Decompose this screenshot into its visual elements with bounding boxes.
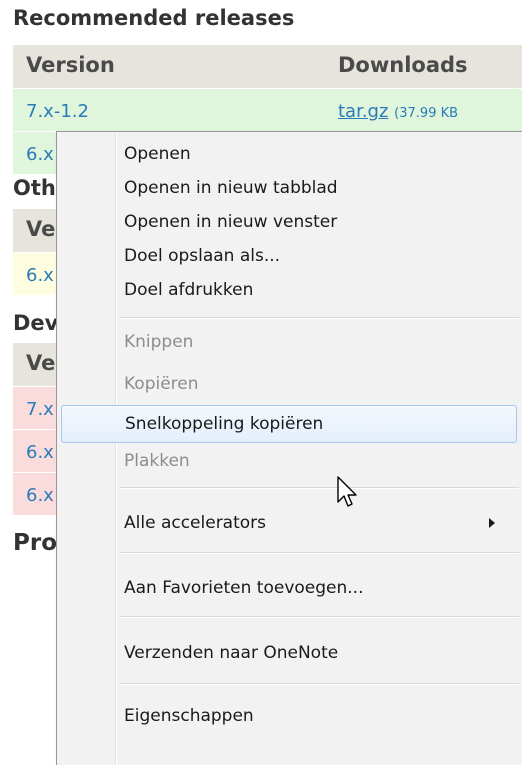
column-version: Ve <box>26 351 56 375</box>
download-link[interactable]: tar.gz (37.99 KB <box>338 101 458 122</box>
menu-separator <box>120 317 519 319</box>
menu-item-properties[interactable]: Eigenschappen <box>61 700 517 732</box>
menu-item-label: Eigenschappen <box>124 706 254 726</box>
menu-item-label: Doel opslaan als... <box>124 246 281 266</box>
menu-separator <box>120 552 519 554</box>
menu-item-save-target-as[interactable]: Doel opslaan als... <box>61 240 517 272</box>
menu-item-label: Plakken <box>124 451 190 471</box>
download-format[interactable]: tar.gz <box>338 101 388 122</box>
menu-item-label: Snelkoppeling kopiëren <box>125 414 324 434</box>
menu-item-copy-shortcut[interactable]: Snelkoppeling kopiëren <box>61 405 517 443</box>
context-menu: Openen Openen in nieuw tabblad Openen in… <box>56 131 522 765</box>
menu-item-print-target[interactable]: Doel afdrukken <box>61 274 517 306</box>
recommended-releases-heading: Recommended releases <box>13 6 295 30</box>
menu-item-copy: Kopiëren <box>61 368 517 400</box>
release-version-link[interactable]: 7.x-1.2 <box>26 101 89 122</box>
menu-item-label: Aan Favorieten toevoegen... <box>124 578 364 598</box>
menu-item-open-new-window[interactable]: Openen in nieuw venster <box>61 206 517 238</box>
menu-separator <box>120 683 519 685</box>
menu-item-label: Verzenden naar OneNote <box>124 643 339 663</box>
menu-item-label: Openen <box>124 144 191 164</box>
release-version-link[interactable]: 7.x <box>26 399 54 420</box>
other-releases-heading: Oth <box>13 176 56 200</box>
chevron-right-icon <box>489 518 495 528</box>
menu-item-label: Openen in nieuw venster <box>124 212 338 232</box>
menu-item-label: Knippen <box>124 332 194 352</box>
column-version: Version <box>26 53 115 77</box>
menu-item-paste: Plakken <box>61 445 517 477</box>
release-version-link[interactable]: 6.x <box>26 442 54 463</box>
menu-item-all-accelerators[interactable]: Alle accelerators <box>61 507 517 539</box>
arrow-pointer-icon <box>337 476 357 507</box>
menu-separator <box>120 616 519 618</box>
menu-item-label: Doel afdrukken <box>124 280 254 300</box>
development-releases-heading: Dev <box>13 311 59 335</box>
column-version: Ve <box>26 217 56 241</box>
release-version-link[interactable]: 6.x <box>26 144 54 165</box>
menu-item-send-to-onenote[interactable]: Verzenden naar OneNote <box>61 637 517 669</box>
menu-item-label: Kopiëren <box>124 374 199 394</box>
menu-item-cut: Knippen <box>61 326 517 358</box>
menu-item-open[interactable]: Openen <box>61 138 517 170</box>
menu-separator <box>120 487 519 489</box>
download-size: (37.99 KB <box>394 106 459 121</box>
release-version-link[interactable]: 6.x <box>26 485 54 506</box>
menu-item-label: Alle accelerators <box>124 513 267 533</box>
menu-item-label: Openen in nieuw tabblad <box>124 178 338 198</box>
menu-item-open-new-tab[interactable]: Openen in nieuw tabblad <box>61 172 517 204</box>
project-heading: Pro <box>13 530 58 556</box>
release-version-link[interactable]: 6.x <box>26 265 54 286</box>
recommended-table-header: Version Downloads <box>13 45 522 88</box>
table-row: 7.x-1.2 tar.gz (37.99 KB <box>13 89 522 131</box>
menu-item-add-to-favorites[interactable]: Aan Favorieten toevoegen... <box>61 572 517 604</box>
column-downloads: Downloads <box>338 53 468 77</box>
